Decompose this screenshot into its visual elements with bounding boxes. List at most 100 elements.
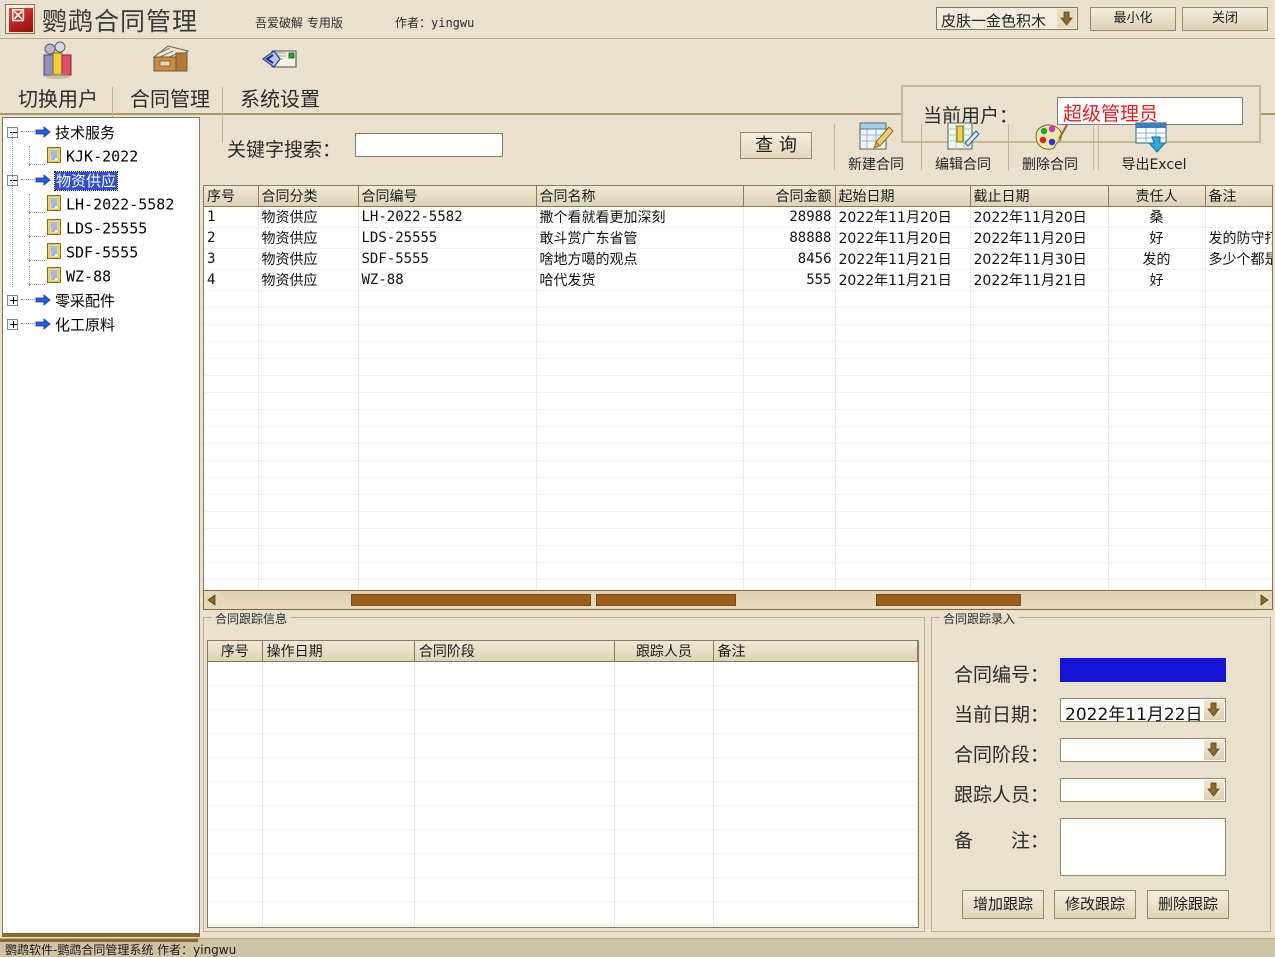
- tree-node[interactable]: LDS-25555: [3, 218, 199, 242]
- column-header-end[interactable]: 截止日期: [970, 186, 1108, 207]
- table-row-empty[interactable]: [204, 325, 1273, 342]
- entry-input-current-date[interactable]: 2022年11月22日: [1060, 698, 1226, 722]
- column-header-code[interactable]: 合同编号: [358, 186, 536, 207]
- contract-table-body[interactable]: 1物资供应LH-2022-5582撒个看就看更加深刻289882022年11月2…: [204, 207, 1273, 611]
- column-header-name[interactable]: 合同名称: [536, 186, 743, 207]
- tree-node[interactable]: KJK-2022: [3, 146, 199, 170]
- tree-node[interactable]: SDF-5555: [3, 242, 199, 266]
- column-header-start[interactable]: 起始日期: [835, 186, 970, 207]
- table-row-empty[interactable]: [204, 410, 1273, 427]
- tree-expander-plus-icon[interactable]: [7, 295, 18, 306]
- table-row-empty[interactable]: [204, 359, 1273, 376]
- contract-table-panel[interactable]: 序号合同分类合同编号合同名称合同金额起始日期截止日期责任人备注 1物资供应LH-…: [203, 185, 1273, 610]
- track-row-empty[interactable]: [208, 710, 918, 734]
- track-table-body[interactable]: [208, 662, 918, 926]
- track-row-empty[interactable]: [208, 806, 918, 830]
- cell-empty: [835, 376, 970, 393]
- column-header-category[interactable]: 合同分类: [258, 186, 358, 207]
- new-contract-button[interactable]: 新建合同: [841, 120, 911, 174]
- track-row-empty[interactable]: [208, 758, 918, 782]
- track-column-header-2[interactable]: 合同阶段: [414, 641, 614, 662]
- column-header-amount[interactable]: 合同金额: [743, 186, 835, 207]
- track-table-panel[interactable]: 序号操作日期合同阶段跟踪人员备注: [207, 640, 919, 928]
- track-row-empty[interactable]: [208, 878, 918, 902]
- add-track-button[interactable]: 增加跟踪: [962, 890, 1044, 919]
- column-header-remark[interactable]: 备注: [1205, 186, 1273, 207]
- track-table-header-row[interactable]: 序号操作日期合同阶段跟踪人员备注: [208, 641, 918, 662]
- delete-track-button[interactable]: 删除跟踪: [1147, 890, 1229, 919]
- track-row-empty[interactable]: [208, 662, 918, 686]
- track-row-empty[interactable]: [208, 782, 918, 806]
- contract-table-hscrollbar[interactable]: [203, 590, 1273, 610]
- entry-input-remark[interactable]: [1060, 818, 1226, 876]
- arrow-left-icon[interactable]: [204, 591, 220, 609]
- skin-selector[interactable]: 皮肤一金色积木: [936, 7, 1078, 30]
- tree-node[interactable]: 物资供应: [3, 170, 199, 194]
- modify-track-button[interactable]: 修改跟踪: [1054, 890, 1136, 919]
- table-row-empty[interactable]: [204, 512, 1273, 529]
- table-row-empty[interactable]: [204, 308, 1273, 325]
- toolbar-item-system-settings[interactable]: 系统设置: [228, 83, 332, 112]
- hscroll-track[interactable]: [221, 592, 1255, 608]
- contract-table-header-row[interactable]: 序号合同分类合同编号合同名称合同金额起始日期截止日期责任人备注: [204, 186, 1273, 207]
- query-button[interactable]: 查 询: [740, 132, 812, 159]
- hscroll-thumb[interactable]: [351, 594, 591, 606]
- track-column-header-0[interactable]: 序号: [208, 641, 262, 662]
- track-column-header-1[interactable]: 操作日期: [262, 641, 414, 662]
- toolbar-item-switch-user[interactable]: 切换用户: [6, 83, 110, 112]
- close-button[interactable]: 关闭: [1182, 7, 1268, 31]
- chevron-down-icon[interactable]: [1204, 780, 1224, 800]
- chevron-down-icon[interactable]: [1204, 700, 1224, 720]
- track-column-header-3[interactable]: 跟踪人员: [615, 641, 713, 662]
- table-row[interactable]: 4物资供应WZ-88哈代发货5552022年11月21日2022年11月21日好: [204, 270, 1273, 291]
- column-header-owner[interactable]: 责任人: [1108, 186, 1205, 207]
- tree-node[interactable]: WZ-88: [3, 266, 199, 290]
- export-excel-button[interactable]: 导出Excel: [1115, 120, 1193, 174]
- table-row-empty[interactable]: [204, 427, 1273, 444]
- table-row-empty[interactable]: [204, 495, 1273, 512]
- entry-input-contract-stage[interactable]: [1060, 738, 1226, 762]
- table-row[interactable]: 3物资供应SDF-5555啥地方噶的观点84562022年11月21日2022年…: [204, 249, 1273, 270]
- table-row-empty[interactable]: [204, 393, 1273, 410]
- category-tree-panel[interactable]: 技术服务KJK-2022物资供应LH-2022-5582LDS-25555SDF…: [2, 117, 200, 935]
- table-row-empty[interactable]: [204, 529, 1273, 546]
- toolbar-item-contract-management[interactable]: 合同管理: [118, 83, 222, 112]
- table-row[interactable]: 2物资供应LDS-25555敢斗赏广东省管888882022年11月20日202…: [204, 228, 1273, 249]
- tree-expander-plus-icon[interactable]: [7, 319, 18, 330]
- tree-node[interactable]: LH-2022-5582: [3, 194, 199, 218]
- track-row-empty[interactable]: [208, 830, 918, 854]
- table-row[interactable]: 1物资供应LH-2022-5582撒个看就看更加深刻289882022年11月2…: [204, 207, 1273, 228]
- tree-node[interactable]: 零采配件: [3, 290, 199, 314]
- track-column-header-4[interactable]: 备注: [713, 641, 917, 662]
- table-row-empty[interactable]: [204, 444, 1273, 461]
- tree-node[interactable]: 技术服务: [3, 122, 199, 146]
- tree-node[interactable]: 化工原料: [3, 314, 199, 338]
- table-row-empty[interactable]: [204, 461, 1273, 478]
- entry-input-contract-code[interactable]: [1060, 658, 1226, 682]
- table-row-empty[interactable]: [204, 563, 1273, 580]
- track-row-empty[interactable]: [208, 854, 918, 878]
- search-input[interactable]: [355, 133, 503, 157]
- category-tree[interactable]: 技术服务KJK-2022物资供应LH-2022-5582LDS-25555SDF…: [3, 118, 199, 338]
- table-row-empty[interactable]: [204, 478, 1273, 495]
- cell-empty: [262, 782, 414, 806]
- column-header-seq[interactable]: 序号: [204, 186, 258, 207]
- edit-contract-button[interactable]: 编辑合同: [928, 120, 998, 174]
- minimize-button[interactable]: 最小化: [1090, 7, 1176, 31]
- chevron-down-icon[interactable]: [1057, 9, 1076, 28]
- delete-contract-button[interactable]: 删除合同: [1015, 120, 1085, 174]
- track-row-empty[interactable]: [208, 734, 918, 758]
- entry-input-tracker[interactable]: [1060, 778, 1226, 802]
- chevron-down-icon[interactable]: [1204, 740, 1224, 760]
- cell-empty: [536, 291, 743, 308]
- table-row-empty[interactable]: [204, 376, 1273, 393]
- track-row-empty[interactable]: [208, 902, 918, 926]
- hscroll-thumb[interactable]: [596, 594, 736, 606]
- track-row-empty[interactable]: [208, 686, 918, 710]
- arrow-right-icon[interactable]: [1256, 591, 1272, 609]
- export-excel-icon: [1115, 120, 1193, 154]
- table-row-empty[interactable]: [204, 546, 1273, 563]
- hscroll-thumb[interactable]: [876, 594, 1021, 606]
- table-row-empty[interactable]: [204, 342, 1273, 359]
- table-row-empty[interactable]: [204, 291, 1273, 308]
